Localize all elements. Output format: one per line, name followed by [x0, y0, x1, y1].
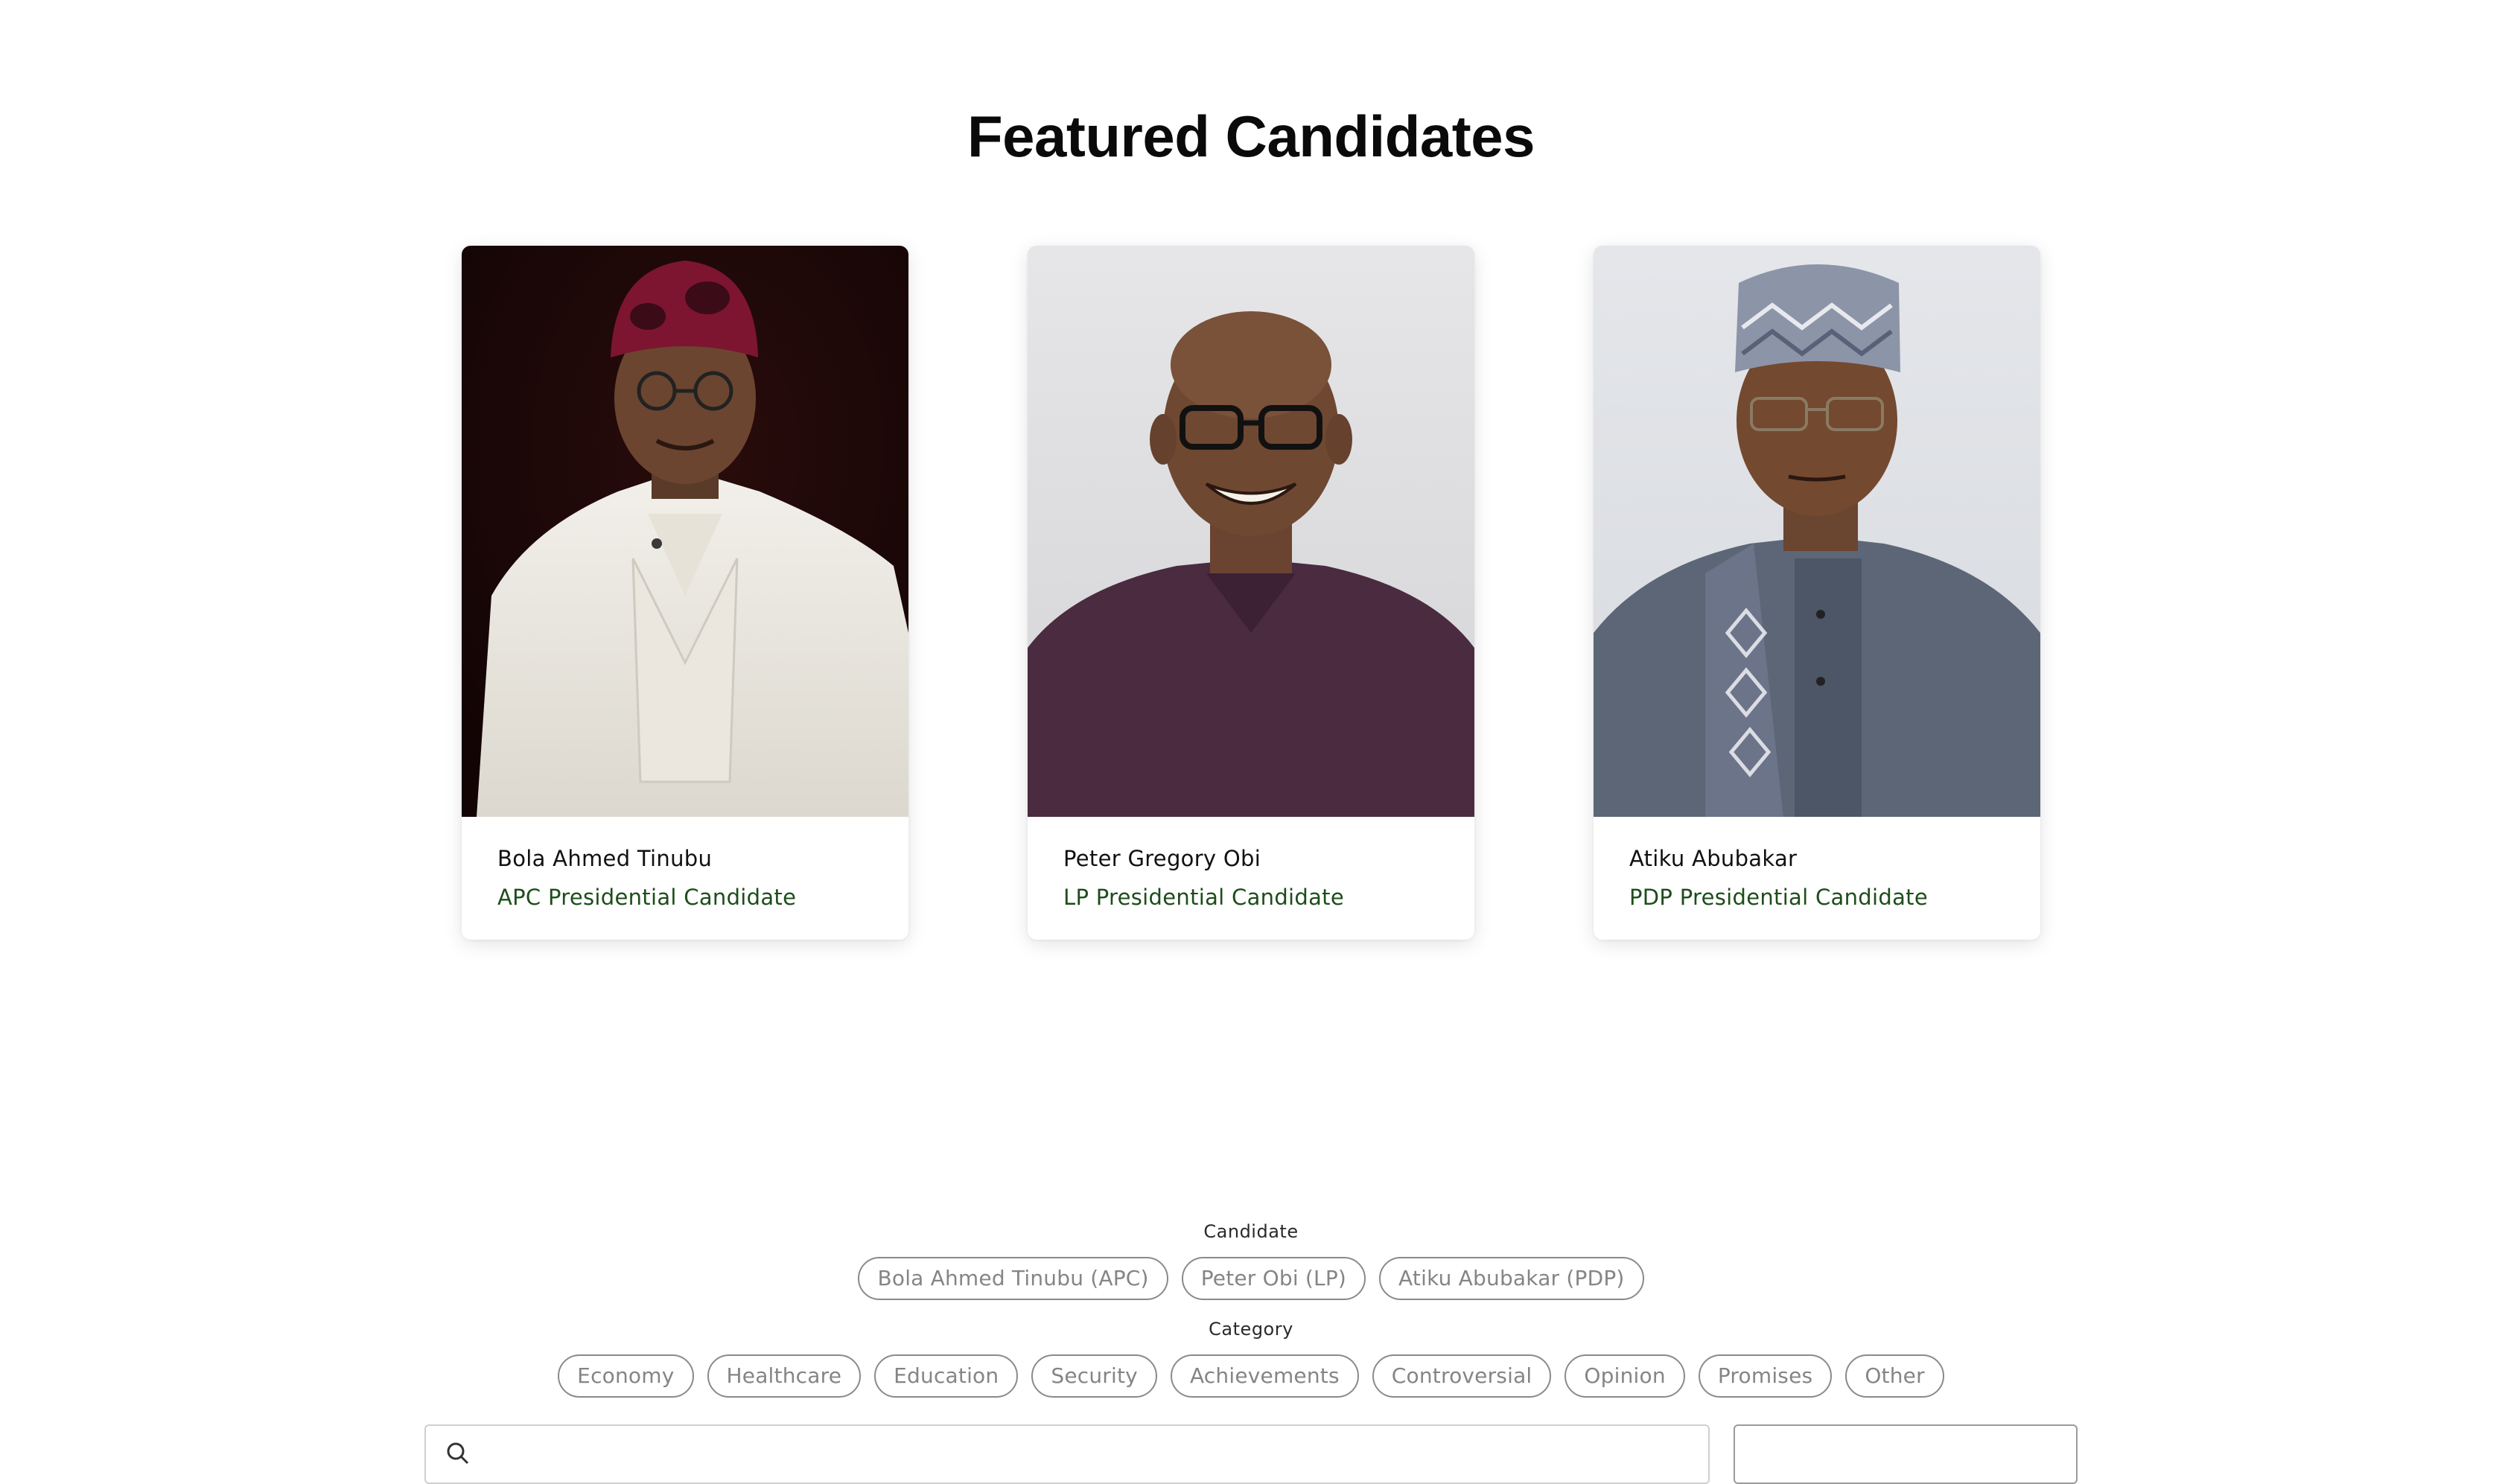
filter-chip-promises[interactable]: Promises	[1698, 1354, 1833, 1398]
candidate-info: Bola Ahmed Tinubu APC Presidential Candi…	[462, 817, 908, 940]
portrait-image	[462, 246, 908, 817]
candidate-card-tinubu[interactable]: Bola Ahmed Tinubu APC Presidential Candi…	[462, 246, 908, 940]
candidate-name: Atiku Abubakar	[1629, 846, 1798, 871]
category-filter-label: Category	[1209, 1319, 1293, 1340]
candidate-party: LP Presidential Candidate	[1063, 885, 1344, 910]
portrait-image	[1028, 246, 1474, 817]
portrait-image	[1594, 246, 2040, 817]
candidate-photo	[462, 246, 908, 817]
candidate-filter-chips: Bola Ahmed Tinubu (APC) Peter Obi (LP) A…	[0, 1257, 2502, 1300]
candidate-party: PDP Presidential Candidate	[1629, 885, 1928, 910]
candidate-party: APC Presidential Candidate	[497, 885, 797, 910]
filter-chip-security[interactable]: Security	[1031, 1354, 1157, 1398]
candidate-name: Bola Ahmed Tinubu	[497, 846, 713, 871]
candidate-name: Peter Gregory Obi	[1063, 846, 1261, 871]
filter-chip-obi[interactable]: Peter Obi (LP)	[1181, 1257, 1366, 1300]
category-filter-chips: Economy Healthcare Education Security Ac…	[0, 1354, 2502, 1398]
filter-chip-healthcare[interactable]: Healthcare	[707, 1354, 862, 1398]
candidate-cards: Bola Ahmed Tinubu APC Presidential Candi…	[0, 246, 2502, 940]
candidate-card-obi[interactable]: Peter Gregory Obi LP Presidential Candid…	[1028, 246, 1474, 940]
candidate-filter-label: Candidate	[1203, 1221, 1299, 1242]
search-input[interactable]	[424, 1424, 1710, 1484]
section-title: Featured Candidates	[967, 104, 1535, 169]
filter-chip-opinion[interactable]: Opinion	[1564, 1354, 1685, 1398]
candidate-card-abubakar[interactable]: Atiku Abubakar PDP Presidential Candidat…	[1594, 246, 2040, 940]
filter-chip-education[interactable]: Education	[874, 1354, 1019, 1398]
sort-select[interactable]	[1734, 1424, 2078, 1484]
filter-chip-economy[interactable]: Economy	[558, 1354, 694, 1398]
candidate-photo	[1594, 246, 2040, 817]
filter-chip-controversial[interactable]: Controversial	[1372, 1354, 1552, 1398]
filter-chip-abubakar[interactable]: Atiku Abubakar (PDP)	[1379, 1257, 1644, 1300]
filter-chip-tinubu[interactable]: Bola Ahmed Tinubu (APC)	[858, 1257, 1168, 1300]
candidate-info: Peter Gregory Obi LP Presidential Candid…	[1028, 817, 1474, 940]
filter-chip-achievements[interactable]: Achievements	[1170, 1354, 1359, 1398]
candidate-info: Atiku Abubakar PDP Presidential Candidat…	[1594, 817, 2040, 940]
page: Featured Candidates Bola Ahmed Tinubu AP…	[0, 0, 2502, 1484]
candidate-photo	[1028, 246, 1474, 817]
filter-chip-other[interactable]: Other	[1845, 1354, 1944, 1398]
search-icon	[447, 1442, 469, 1465]
